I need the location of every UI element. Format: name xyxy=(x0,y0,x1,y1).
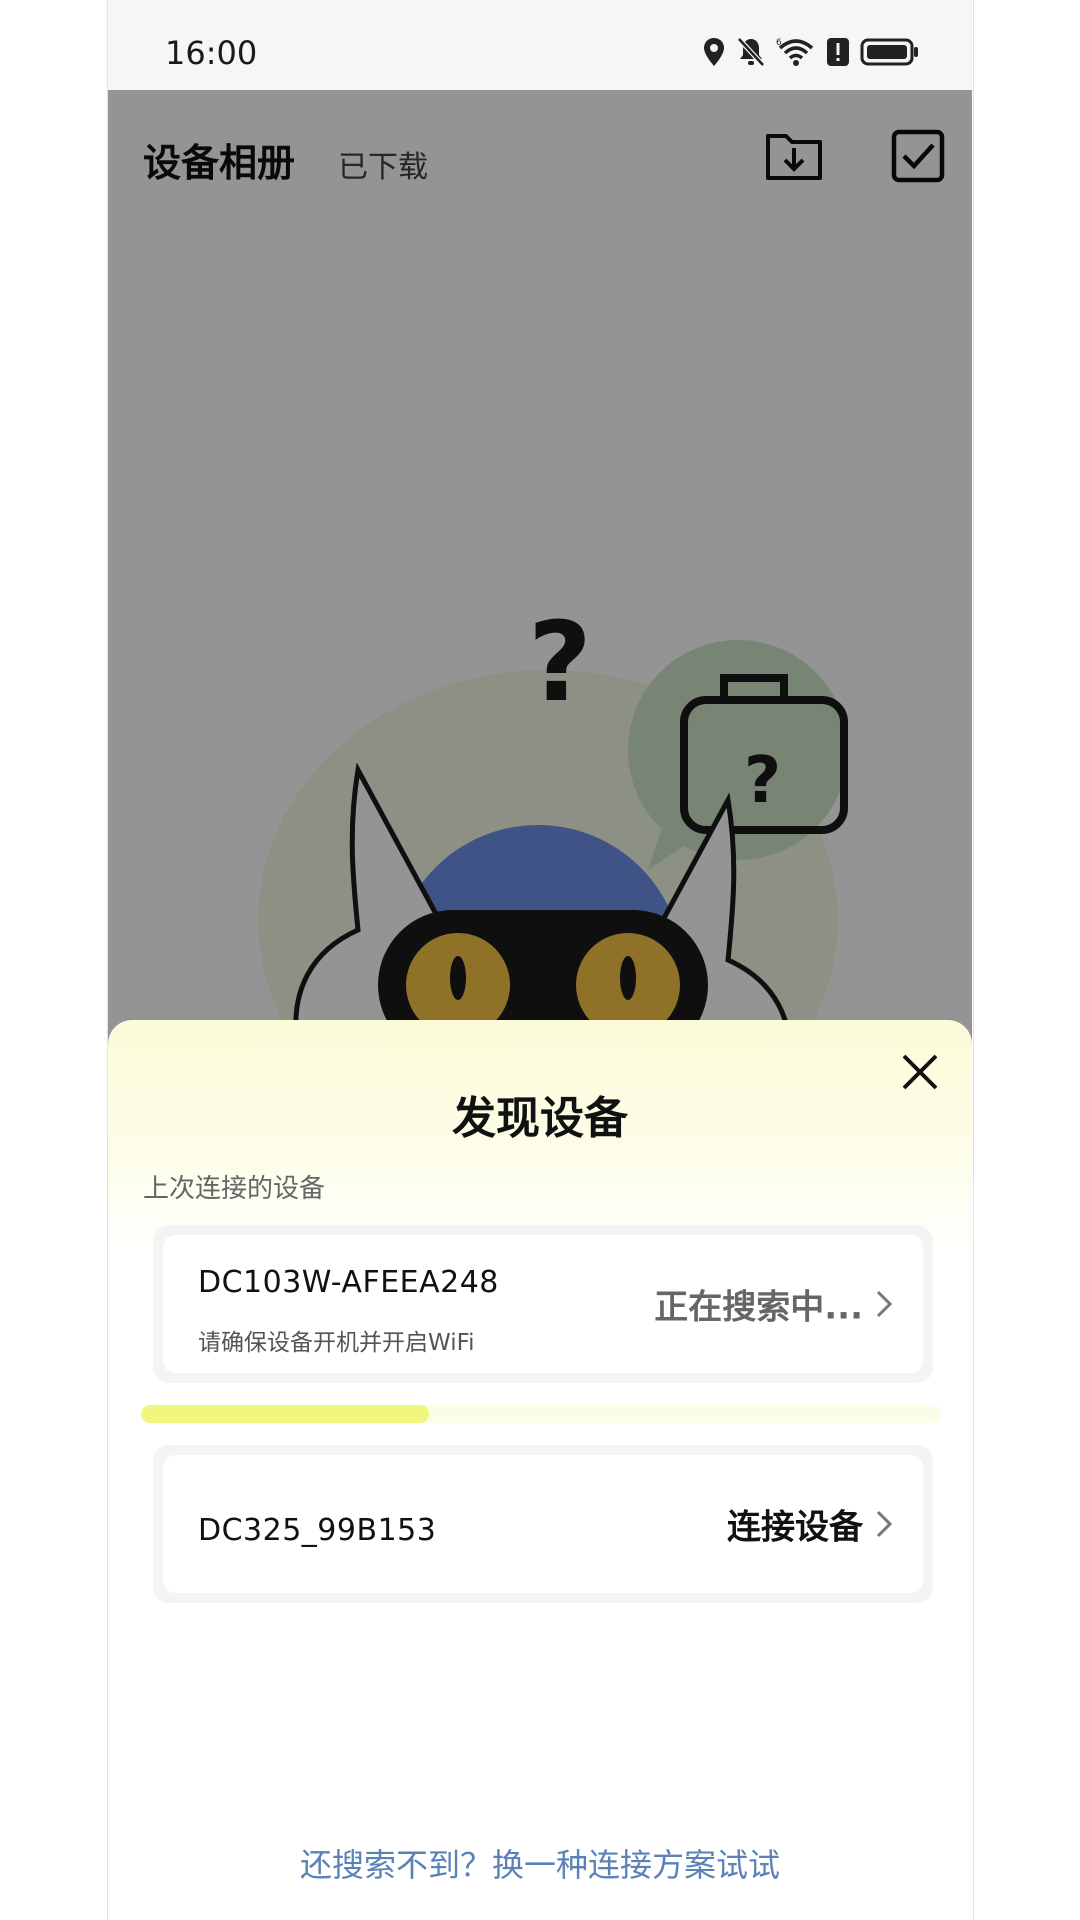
chevron-right-icon xyxy=(876,1510,893,1538)
status-bar: 16:00 6 xyxy=(108,0,972,90)
chevron-right-icon xyxy=(876,1290,893,1318)
alternative-connection-link[interactable]: 还搜索不到？换一种连接方案试试 xyxy=(108,1840,972,1886)
sheet-title: 发现设备 xyxy=(452,1093,628,1144)
status-time: 16:00 xyxy=(165,34,258,72)
alert-icon xyxy=(827,38,849,66)
search-progress-fill xyxy=(141,1405,429,1423)
last-connected-label: 上次连接的设备 xyxy=(143,1174,326,1204)
search-progress-bar xyxy=(141,1405,941,1423)
status-icons: 6 xyxy=(702,34,920,70)
device-name: DC103W-AFEEA248 xyxy=(198,1265,499,1300)
device-card[interactable]: DC325_99B153 连接设备 xyxy=(153,1445,933,1603)
device-card-body: DC325_99B153 连接设备 xyxy=(163,1455,923,1593)
right-edge-divider xyxy=(973,0,974,1920)
svg-text:6: 6 xyxy=(776,38,782,48)
connect-device-button[interactable]: 连接设备 xyxy=(727,1500,863,1549)
phone-screen: 16:00 6 设备相册 已下载 ? ? 发现设备 上次连接的设备 DC103W… xyxy=(108,0,972,1920)
device-name: DC325_99B153 xyxy=(198,1513,437,1548)
device-card-body: DC103W-AFEEA248 请确保设备开机并开启WiFi 正在搜索中... xyxy=(163,1235,923,1373)
wifi-6-icon: 6 xyxy=(776,38,814,66)
device-hint: 请确保设备开机并开启WiFi xyxy=(198,1330,475,1356)
location-icon xyxy=(704,38,724,66)
bell-muted-icon xyxy=(737,37,765,67)
device-card[interactable]: DC103W-AFEEA248 请确保设备开机并开启WiFi 正在搜索中... xyxy=(153,1225,933,1383)
searching-status: 正在搜索中... xyxy=(654,1287,863,1328)
discover-devices-sheet: 发现设备 上次连接的设备 DC103W-AFEEA248 请确保设备开机并开启W… xyxy=(108,1020,972,1920)
battery-icon xyxy=(860,38,918,66)
